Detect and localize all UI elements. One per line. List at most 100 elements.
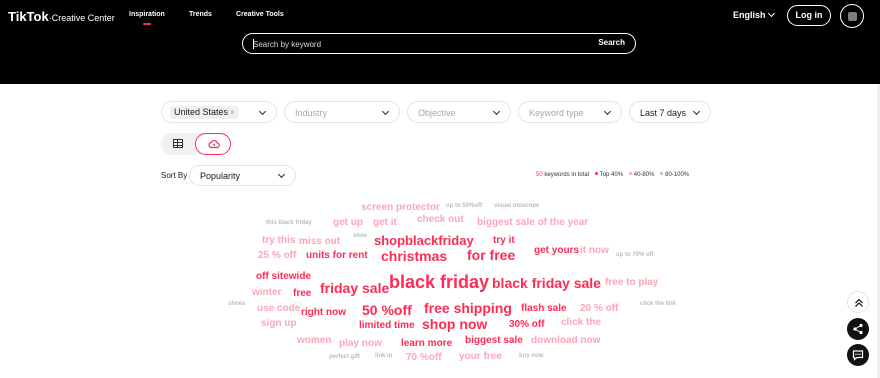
keyword-item[interactable]: up to 70% off [616,252,654,258]
keyword-item[interactable]: try this [262,236,295,246]
view-toggle [161,133,231,155]
search-bar: Search [242,33,636,54]
chevron-down-icon [692,107,701,116]
keyword-item[interactable]: download now [531,336,600,346]
keyword-count-suffix: keywords in total [544,172,590,178]
keyword-item[interactable]: your free [459,352,502,362]
keyword-item[interactable]: limited time [359,321,415,331]
keyword-item[interactable]: get it [373,218,397,228]
logo-brand: TikTok [8,9,49,24]
keyword-item[interactable]: biggest sale [465,336,523,346]
nav-inspiration[interactable]: Inspiration [129,11,165,25]
top-navigation-bar: TikTok·Creative Center Inspiration Trend… [0,0,880,84]
keyword-item[interactable]: 30% off [509,320,545,330]
chevron-down-icon [258,107,267,116]
share-button[interactable] [847,318,869,340]
industry-placeholder: Industry [295,108,328,118]
keyword-item[interactable]: shoe [353,233,367,239]
chevron-down-icon [767,9,775,18]
logo-suffix: Creative Center [51,13,115,23]
keyword-item[interactable]: buy now [519,353,543,359]
industry-filter[interactable]: Industry [284,101,400,123]
chevron-down-icon [381,107,390,116]
chat-icon [852,350,864,361]
keyword-item[interactable]: units for rent [306,251,368,261]
login-button[interactable]: Log in [787,5,831,26]
tiktok-creative-center-logo[interactable]: TikTok·Creative Center [8,9,115,24]
keyword-item[interactable]: for free [467,248,515,262]
keyword-item[interactable]: shopblackfriday [374,234,474,247]
keyword-item[interactable]: biggest sale of the year [477,218,588,228]
keyword-item[interactable]: 50 %off [362,303,412,317]
keyword-item[interactable]: click the [561,318,601,328]
table-view-icon[interactable] [173,139,183,148]
keyword-type-placeholder: Keyword type [529,108,584,118]
country-tag-label: United States [174,107,229,117]
keyword-item[interactable]: use code [257,304,300,314]
keyword-item[interactable]: flash sale [521,304,567,314]
keyword-item[interactable]: it now [580,246,609,256]
country-tag: United States × [170,106,239,119]
sort-value: Popularity [200,171,241,181]
keyword-item[interactable]: friday sale [320,281,389,295]
keyword-item[interactable]: black friday [389,273,489,291]
search-input[interactable] [253,38,573,50]
keyword-item[interactable]: right now [301,308,346,318]
chevron-down-icon [277,170,286,179]
language-selector[interactable]: English [733,9,775,20]
objective-placeholder: Objective [418,108,456,118]
keyword-item[interactable]: shoes [228,301,245,307]
avatar-button[interactable] [840,4,864,28]
keyword-type-filter[interactable]: Keyword type [518,101,622,123]
keyword-item[interactable]: try it [493,236,515,246]
keyword-item[interactable]: up to 50%off [446,203,482,209]
keyword-item[interactable]: miss out [299,237,340,247]
feedback-button[interactable] [847,344,869,366]
keyword-legend: 50 keywords in total Top 40% 40-80% 80-1… [536,172,689,178]
share-icon [853,323,863,335]
chevron-down-icon [492,107,501,116]
sort-select[interactable]: Popularity [189,165,296,186]
text-cursor [253,39,254,49]
keyword-item[interactable]: get yours [534,246,579,256]
keyword-item[interactable]: learn more [401,339,452,349]
keyword-item[interactable]: this black friday [266,220,312,226]
word-cloud-view-button[interactable] [195,133,231,155]
keyword-item[interactable]: free to play [605,278,658,288]
keyword-item[interactable]: visual otoscope [494,203,539,209]
keyword-item[interactable]: check out [417,215,464,225]
cloud-icon [208,139,220,149]
keyword-item[interactable]: sign up [261,319,297,329]
nav-trends[interactable]: Trends [189,11,212,18]
keyword-item[interactable]: christmas [381,249,447,263]
keyword-item[interactable]: 20 % off [580,304,618,314]
keyword-item[interactable]: click the link [640,301,676,307]
language-label: English [733,10,766,20]
keyword-item[interactable]: black friday sale [492,276,601,290]
keyword-item[interactable]: winter [252,288,281,298]
keyword-item[interactable]: off sitewide [256,272,311,282]
country-filter[interactable]: United States × [161,101,277,123]
keyword-item[interactable]: free shipping [424,301,512,315]
keyword-item[interactable]: play now [339,339,382,349]
keyword-item[interactable]: link in [375,353,392,359]
nav-creative-tools[interactable]: Creative Tools [236,11,284,18]
keyword-item[interactable]: free [293,289,311,299]
back-to-top-button[interactable] [847,291,869,313]
keyword-item[interactable]: perfect gift [329,354,360,360]
search-button[interactable]: Search [598,38,625,47]
keyword-item[interactable]: get up [333,218,363,228]
legend-top: Top 40% [599,172,624,178]
keyword-count: 50 [536,172,543,178]
keyword-item[interactable]: 70 %off [406,353,442,363]
keyword-item[interactable]: 25 % off [258,251,296,261]
double-chevron-up-icon [855,298,863,307]
objective-filter[interactable]: Objective [407,101,511,123]
keyword-item[interactable]: shop now [422,317,487,331]
remove-tag-icon[interactable]: × [230,108,235,117]
period-filter[interactable]: Last 7 days [629,101,711,123]
legend-mid: 40-80% [633,172,655,178]
chevron-down-icon [603,107,612,116]
keyword-item[interactable]: screen protector [361,203,440,213]
keyword-item[interactable]: women [297,336,331,346]
